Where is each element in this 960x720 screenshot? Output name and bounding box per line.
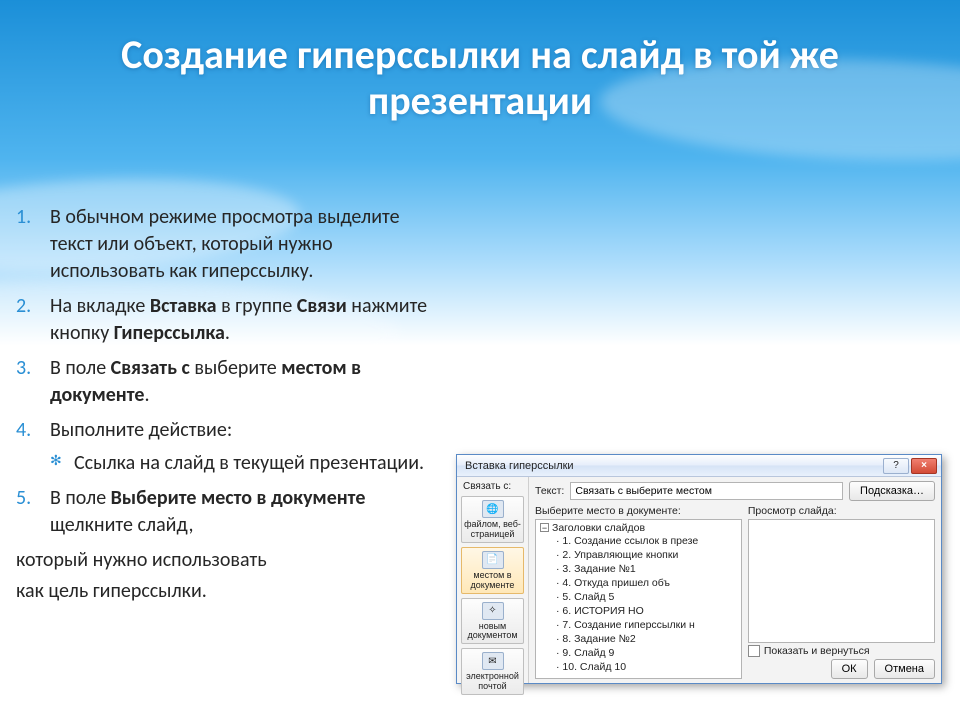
tree-item[interactable]: · 9. Слайд 9 — [556, 646, 739, 660]
tree-item[interactable]: · 1. Создание ссылок в презе — [556, 534, 739, 548]
tree-item[interactable]: · 6. ИСТОРИЯ НО — [556, 604, 739, 618]
close-icon[interactable]: × — [911, 458, 937, 474]
step-1: 1 В обычном режиме просмотра выделите те… — [16, 204, 446, 285]
tree-item[interactable]: · 2. Управляющие кнопки — [556, 548, 739, 562]
step-5-text: В поле Выберите место в документе щелкни… — [50, 486, 365, 537]
link-with-label: Связать с: — [457, 477, 528, 494]
tree-root-label: Заголовки слайдов — [552, 522, 645, 534]
display-text-input[interactable] — [570, 482, 843, 500]
tree-collapse-icon[interactable]: − — [540, 523, 549, 532]
sidebar-item-label: электронной почтой — [464, 672, 521, 692]
tree-item[interactable]: · 8. Задание №2 — [556, 632, 739, 646]
sidebar-item-label: новым документом — [464, 622, 521, 642]
step-4-text: Выполните действие: — [50, 418, 232, 442]
place-in-document-label: Выберите место в документе: — [535, 505, 742, 517]
new-document-icon: ✧ — [482, 602, 504, 620]
tail-line-1: который нужно использовать — [16, 547, 446, 574]
tail-line-2: как цель гиперссылки. — [16, 578, 446, 605]
step-3-text: В поле Связать с выберите местом в докум… — [50, 356, 361, 407]
show-and-return-label: Показать и вернуться — [764, 645, 870, 657]
sidebar-item-label: файлом, веб-страницей — [464, 520, 521, 540]
link-target-sidebar: Связать с: 🌐 файлом, веб-страницей 📄 мес… — [457, 477, 529, 683]
document-icon: 📄 — [482, 551, 504, 569]
dialog-titlebar[interactable]: Вставка гиперссылки ? × — [457, 455, 941, 477]
dialog-title: Вставка гиперссылки — [465, 460, 881, 472]
step-4: 4 Выполните действие: Ссылка на слайд в … — [16, 417, 446, 477]
sidebar-item-label: местом в документе — [464, 571, 521, 591]
screentip-button[interactable]: Подсказка… — [849, 481, 935, 501]
slide-body: 1 В обычном режиме просмотра выделите те… — [16, 204, 446, 605]
tree-item[interactable]: · 3. Задание №1 — [556, 562, 739, 576]
tree-item[interactable]: · 5. Слайд 5 — [556, 590, 739, 604]
step-5: 5 В поле Выберите место в документе щелк… — [16, 485, 446, 539]
sidebar-item-place-in-doc[interactable]: 📄 местом в документе — [461, 547, 524, 594]
step-4-bullet: Ссылка на слайд в текущей презентации. — [50, 450, 446, 477]
sidebar-item-new-doc[interactable]: ✧ новым документом — [461, 598, 524, 645]
step-2: 2 На вкладке Вставка в группе Связи нажм… — [16, 293, 446, 347]
sidebar-item-web[interactable]: 🌐 файлом, веб-страницей — [461, 496, 524, 543]
tree-item[interactable]: · 7. Создание гиперссылки н — [556, 618, 739, 632]
step-1-text: В обычном режиме просмотра выделите текс… — [50, 205, 400, 283]
cancel-button[interactable]: Отмена — [874, 659, 935, 679]
slide-tree[interactable]: −Заголовки слайдов · 1. Создание ссылок … — [535, 519, 742, 679]
tree-item[interactable]: · 10. Слайд 10 — [556, 660, 739, 674]
mail-icon: ✉ — [482, 652, 504, 670]
slide-preview — [748, 519, 935, 643]
slide-preview-label: Просмотр слайда: — [748, 505, 935, 517]
insert-hyperlink-dialog: Вставка гиперссылки ? × Связать с: 🌐 фай… — [456, 454, 942, 684]
ok-button[interactable]: ОК — [831, 659, 868, 679]
sidebar-item-email[interactable]: ✉ электронной почтой — [461, 648, 524, 695]
globe-icon: 🌐 — [482, 500, 504, 518]
help-icon[interactable]: ? — [883, 458, 909, 474]
show-and-return-checkbox[interactable] — [748, 645, 760, 657]
step-2-text: На вкладке Вставка в группе Связи нажмит… — [50, 294, 427, 345]
display-text-label: Текст: — [535, 485, 564, 497]
tree-item[interactable]: · 4. Откуда пришел объ — [556, 576, 739, 590]
step-3: 3 В поле Связать с выберите местом в док… — [16, 355, 446, 409]
